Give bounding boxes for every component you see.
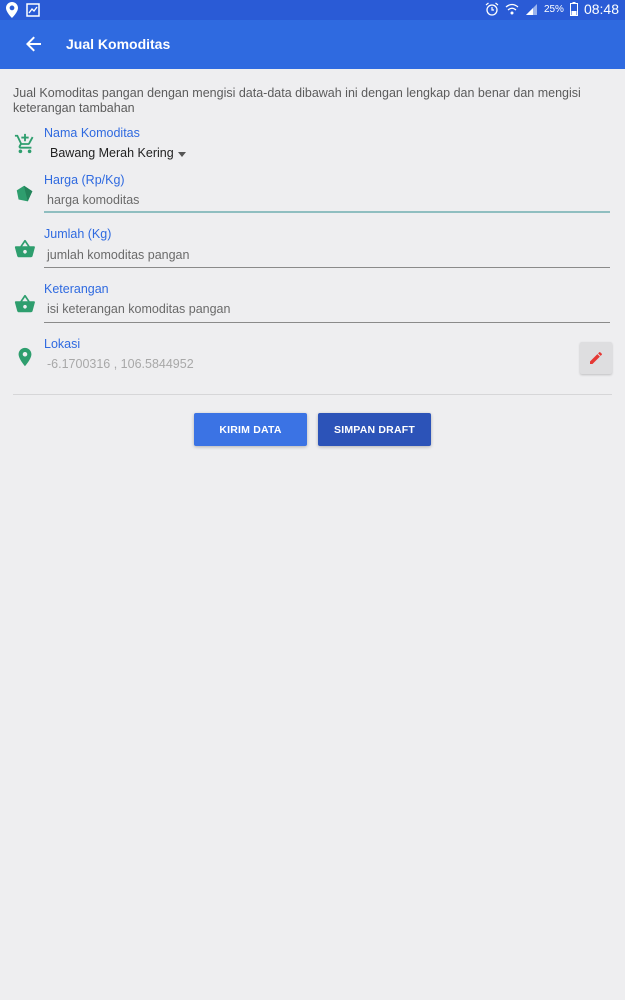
harga-input[interactable]: harga komoditas xyxy=(47,193,139,207)
nama-komoditas-value: Bawang Merah Kering xyxy=(50,146,174,160)
arrow-back-icon xyxy=(26,36,41,52)
lokasi-label: Lokasi xyxy=(44,337,81,351)
wifi-icon xyxy=(505,3,519,15)
app-bar: Jual Komoditas xyxy=(0,20,625,69)
basket-icon xyxy=(14,239,35,258)
lokasi-value: -6.1700316 , 106.5844952 xyxy=(47,357,194,371)
nama-komoditas-label: Nama Komoditas xyxy=(44,126,140,140)
battery-percent: 25% xyxy=(543,3,564,15)
edit-location-button[interactable] xyxy=(580,342,612,374)
jumlah-underline xyxy=(44,267,610,268)
harga-underline xyxy=(44,211,610,213)
status-bar: 25% 08:48 xyxy=(0,0,625,20)
keterangan-underline xyxy=(44,322,610,323)
keterangan-input[interactable]: isi keterangan komoditas pangan xyxy=(47,302,230,316)
pencil-icon xyxy=(590,351,602,364)
simpan-draft-button[interactable]: SIMPAN DRAFT xyxy=(318,413,431,446)
dropdown-caret-icon xyxy=(178,152,186,157)
kirim-data-button[interactable]: KIRIM DATA xyxy=(194,413,307,446)
back-button[interactable] xyxy=(22,32,46,56)
location-pin-icon xyxy=(18,347,32,367)
jumlah-label: Jumlah (Kg) xyxy=(44,227,112,241)
keterangan-label: Keterangan xyxy=(44,282,109,296)
cart-add-icon xyxy=(14,133,34,154)
basket-icon xyxy=(14,294,35,313)
clock: 08:48 xyxy=(583,1,619,17)
nama-komoditas-dropdown[interactable]: Bawang Merah Kering xyxy=(44,143,204,165)
image-icon xyxy=(26,3,40,17)
jumlah-input[interactable]: jumlah komoditas pangan xyxy=(47,248,189,262)
signal-icon xyxy=(525,3,537,15)
alarm-icon xyxy=(485,2,499,16)
harga-label: Harga (Rp/Kg) xyxy=(44,173,125,187)
divider xyxy=(13,394,612,395)
location-icon xyxy=(6,2,18,18)
page-title: Jual Komoditas xyxy=(66,36,171,52)
tag-icon xyxy=(16,185,33,202)
battery-icon xyxy=(569,2,578,16)
intro-text: Jual Komoditas pangan dengan mengisi dat… xyxy=(13,86,581,115)
